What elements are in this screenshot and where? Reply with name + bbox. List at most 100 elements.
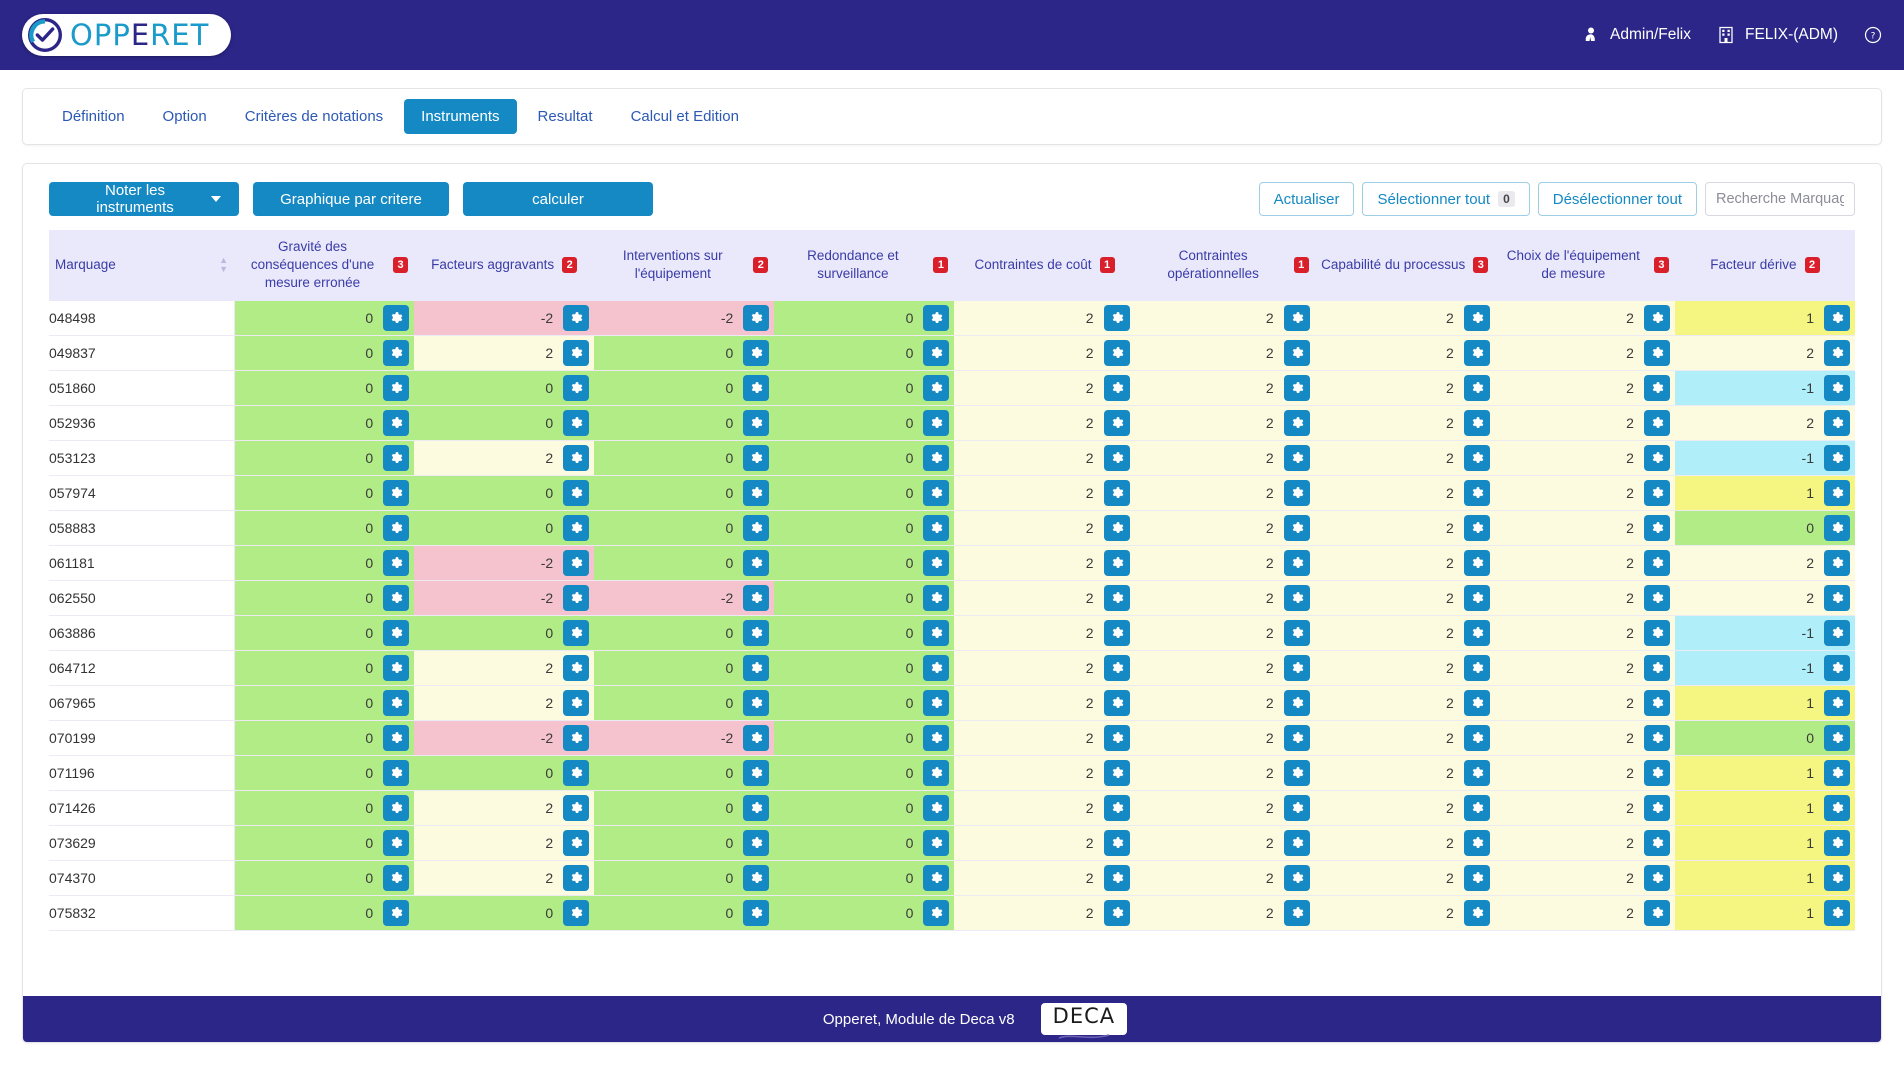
gear-icon[interactable] bbox=[923, 480, 949, 506]
instruments-table-scroll[interactable]: Marquage▲▼Gravité des conséquences d'une… bbox=[23, 230, 1881, 931]
gear-icon[interactable] bbox=[1284, 655, 1310, 681]
column-header-criterion-4[interactable]: Redondance et surveillance1 bbox=[774, 230, 954, 301]
table-row[interactable]: 0484980-2-2022221 bbox=[49, 301, 1855, 336]
gear-icon[interactable] bbox=[923, 585, 949, 611]
gear-icon[interactable] bbox=[1104, 760, 1130, 786]
table-row[interactable]: 074370020022221 bbox=[49, 860, 1855, 895]
gear-icon[interactable] bbox=[1464, 480, 1490, 506]
gear-icon[interactable] bbox=[1464, 725, 1490, 751]
gear-icon[interactable] bbox=[1824, 865, 1850, 891]
gear-icon[interactable] bbox=[1104, 620, 1130, 646]
gear-icon[interactable] bbox=[1644, 760, 1670, 786]
gear-icon[interactable] bbox=[743, 340, 769, 366]
gear-icon[interactable] bbox=[923, 305, 949, 331]
gear-icon[interactable] bbox=[1284, 620, 1310, 646]
gear-icon[interactable] bbox=[1464, 375, 1490, 401]
gear-icon[interactable] bbox=[1824, 760, 1850, 786]
gear-icon[interactable] bbox=[1104, 375, 1130, 401]
column-header-criterion-2[interactable]: Facteurs aggravants2 bbox=[414, 230, 594, 301]
gear-icon[interactable] bbox=[1464, 865, 1490, 891]
gear-icon[interactable] bbox=[1284, 900, 1310, 926]
column-header-criterion-3[interactable]: Interventions sur l'équipement2 bbox=[594, 230, 774, 301]
gear-icon[interactable] bbox=[923, 410, 949, 436]
tab-resultat[interactable]: Resultat bbox=[521, 99, 610, 134]
gear-icon[interactable] bbox=[923, 550, 949, 576]
gear-icon[interactable] bbox=[1824, 655, 1850, 681]
gear-icon[interactable] bbox=[1284, 480, 1310, 506]
gear-icon[interactable] bbox=[1824, 445, 1850, 471]
gear-icon[interactable] bbox=[743, 725, 769, 751]
gear-icon[interactable] bbox=[563, 375, 589, 401]
gear-icon[interactable] bbox=[1644, 515, 1670, 541]
gear-icon[interactable] bbox=[563, 795, 589, 821]
table-row[interactable]: 06471202002222-1 bbox=[49, 650, 1855, 685]
gear-icon[interactable] bbox=[743, 480, 769, 506]
gear-icon[interactable] bbox=[383, 305, 409, 331]
table-row[interactable]: 05312302002222-1 bbox=[49, 440, 1855, 475]
gear-icon[interactable] bbox=[563, 410, 589, 436]
gear-icon[interactable] bbox=[383, 585, 409, 611]
gear-icon[interactable] bbox=[923, 690, 949, 716]
gear-icon[interactable] bbox=[1104, 725, 1130, 751]
gear-icon[interactable] bbox=[743, 305, 769, 331]
gear-icon[interactable] bbox=[743, 550, 769, 576]
gear-icon[interactable] bbox=[1284, 795, 1310, 821]
table-row[interactable]: 049837020022222 bbox=[49, 335, 1855, 370]
tab-calcul-et-edition[interactable]: Calcul et Edition bbox=[614, 99, 756, 134]
gear-icon[interactable] bbox=[1284, 305, 1310, 331]
gear-icon[interactable] bbox=[1464, 830, 1490, 856]
gear-icon[interactable] bbox=[1644, 620, 1670, 646]
gear-icon[interactable] bbox=[1644, 900, 1670, 926]
current-user[interactable]: Admin/Felix bbox=[1582, 26, 1691, 44]
gear-icon[interactable] bbox=[1284, 725, 1310, 751]
gear-icon[interactable] bbox=[923, 515, 949, 541]
gear-icon[interactable] bbox=[1464, 620, 1490, 646]
selectionner-tout-button[interactable]: Sélectionner tout 0 bbox=[1362, 182, 1529, 216]
gear-icon[interactable] bbox=[1644, 375, 1670, 401]
gear-icon[interactable] bbox=[1104, 865, 1130, 891]
gear-icon[interactable] bbox=[383, 550, 409, 576]
gear-icon[interactable] bbox=[1104, 515, 1130, 541]
gear-icon[interactable] bbox=[1284, 585, 1310, 611]
gear-icon[interactable] bbox=[1464, 410, 1490, 436]
gear-icon[interactable] bbox=[563, 655, 589, 681]
gear-icon[interactable] bbox=[1824, 410, 1850, 436]
gear-icon[interactable] bbox=[1284, 375, 1310, 401]
gear-icon[interactable] bbox=[923, 445, 949, 471]
gear-icon[interactable] bbox=[743, 515, 769, 541]
column-header-criterion-9[interactable]: Facteur dérive2 bbox=[1675, 230, 1855, 301]
graphique-par-critere-button[interactable]: Graphique par critere bbox=[253, 182, 449, 216]
gear-icon[interactable] bbox=[563, 760, 589, 786]
gear-icon[interactable] bbox=[1824, 375, 1850, 401]
gear-icon[interactable] bbox=[1824, 620, 1850, 646]
gear-icon[interactable] bbox=[1464, 760, 1490, 786]
gear-icon[interactable] bbox=[1464, 305, 1490, 331]
gear-icon[interactable] bbox=[1824, 550, 1850, 576]
gear-icon[interactable] bbox=[743, 830, 769, 856]
gear-icon[interactable] bbox=[563, 725, 589, 751]
gear-icon[interactable] bbox=[383, 620, 409, 646]
gear-icon[interactable] bbox=[1824, 795, 1850, 821]
gear-icon[interactable] bbox=[563, 305, 589, 331]
search-marquage-input[interactable] bbox=[1705, 182, 1855, 216]
gear-icon[interactable] bbox=[1464, 900, 1490, 926]
gear-icon[interactable] bbox=[1104, 795, 1130, 821]
gear-icon[interactable] bbox=[1284, 445, 1310, 471]
gear-icon[interactable] bbox=[1464, 445, 1490, 471]
column-header-criterion-5[interactable]: Contraintes de coût1 bbox=[954, 230, 1134, 301]
table-row[interactable]: 075832000022221 bbox=[49, 895, 1855, 930]
gear-icon[interactable] bbox=[1284, 760, 1310, 786]
gear-icon[interactable] bbox=[743, 655, 769, 681]
gear-icon[interactable] bbox=[383, 865, 409, 891]
gear-icon[interactable] bbox=[383, 795, 409, 821]
gear-icon[interactable] bbox=[383, 445, 409, 471]
gear-icon[interactable] bbox=[923, 340, 949, 366]
gear-icon[interactable] bbox=[383, 830, 409, 856]
gear-icon[interactable] bbox=[383, 655, 409, 681]
gear-icon[interactable] bbox=[1824, 690, 1850, 716]
gear-icon[interactable] bbox=[743, 585, 769, 611]
gear-icon[interactable] bbox=[563, 340, 589, 366]
gear-icon[interactable] bbox=[1464, 690, 1490, 716]
gear-icon[interactable] bbox=[383, 900, 409, 926]
gear-icon[interactable] bbox=[563, 445, 589, 471]
